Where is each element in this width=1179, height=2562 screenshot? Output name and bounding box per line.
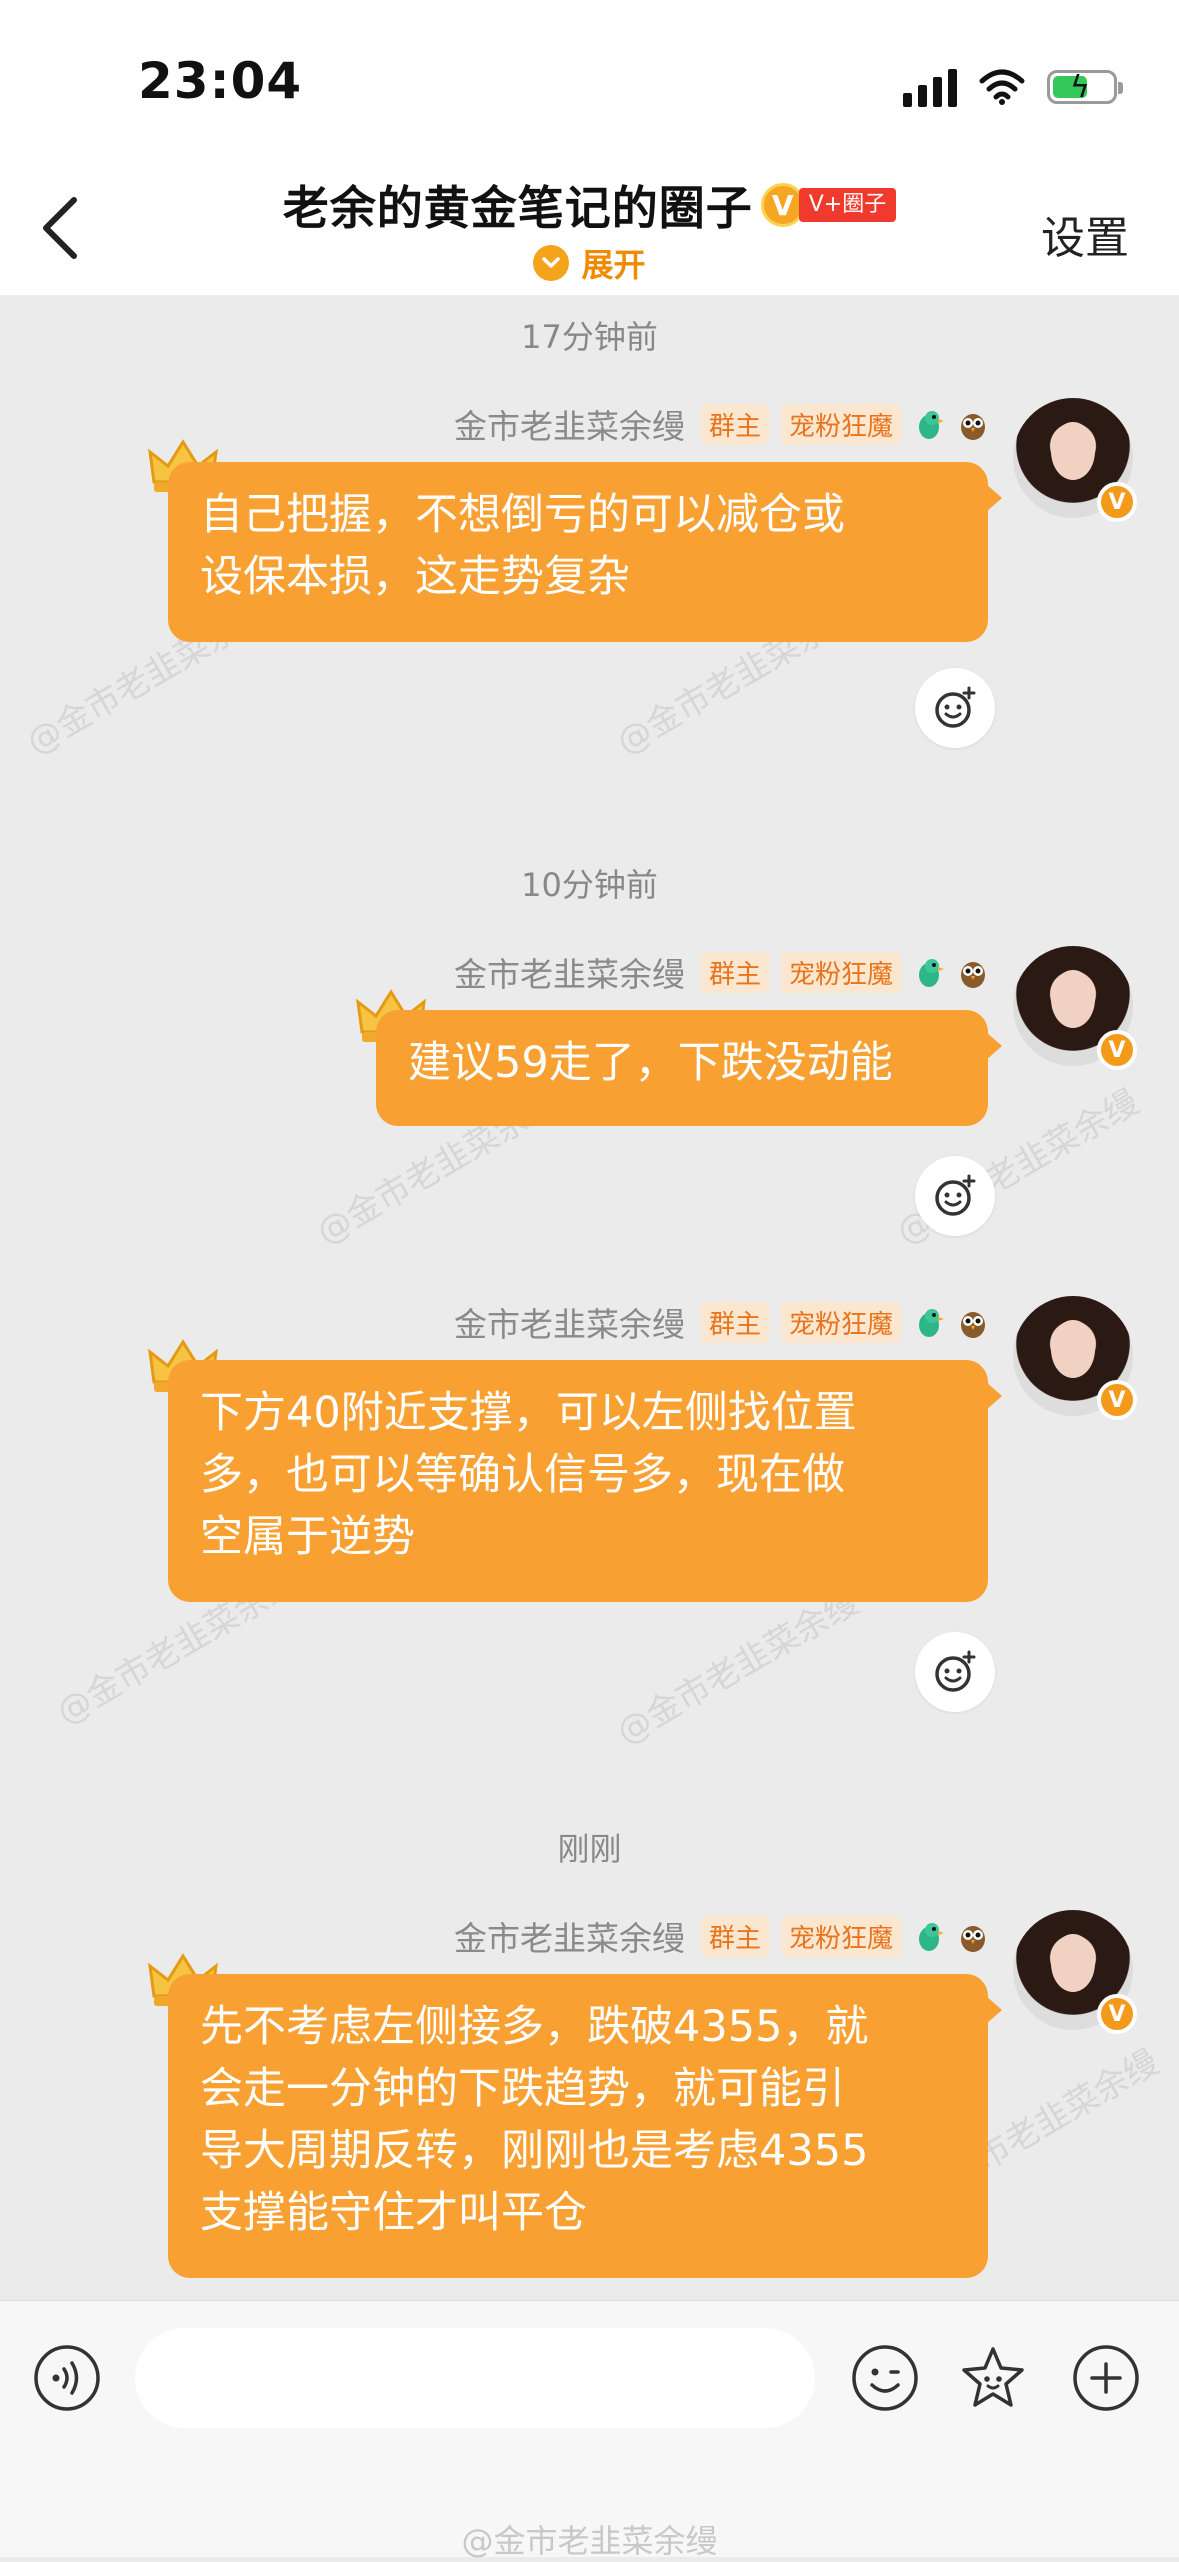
- fan-badge: 宠粉狂魔: [780, 1915, 901, 1957]
- v-circle-tag: V+圈子: [798, 188, 897, 222]
- owl-icon: [961, 1312, 985, 1338]
- owner-badge: 群主: [700, 1301, 769, 1343]
- message-input[interactable]: [135, 2328, 815, 2428]
- message-timestamp: 刚刚: [557, 1830, 622, 1868]
- voice-icon: [34, 2345, 100, 2411]
- owner-badge: 群主: [700, 1915, 769, 1957]
- parrot-icon: [919, 959, 944, 987]
- expand-button[interactable]: 展开: [0, 240, 1179, 286]
- status-time: 23:04: [138, 52, 303, 110]
- owner-badge: 群主: [700, 403, 769, 445]
- parrot-icon: [919, 1923, 944, 1951]
- cellular-signal-icon: [903, 67, 957, 107]
- message-text-line: 导大周期反转，刚刚也是考虑4355: [200, 2126, 869, 2176]
- add-reaction-button[interactable]: [915, 1156, 995, 1236]
- plus-icon: [1073, 2345, 1139, 2411]
- expand-label: 展开: [581, 246, 646, 284]
- v-circle-badge: V V+圈子: [760, 183, 897, 227]
- wifi-icon: [979, 69, 1025, 105]
- sender-row: 金市老韭菜余缦 群主 宠粉狂魔: [454, 950, 989, 994]
- add-reaction-icon: [935, 1174, 976, 1216]
- avatar[interactable]: V: [1013, 1910, 1137, 2034]
- voice-button[interactable]: [30, 2341, 104, 2415]
- sender-row: 金市老韭菜余缦 群主 宠粉狂魔: [454, 1300, 989, 1344]
- avatar[interactable]: V: [1013, 1296, 1137, 1420]
- battery-icon: ϟ: [1047, 70, 1123, 105]
- add-reaction-button[interactable]: [915, 668, 995, 748]
- status-bar: 23:04 ϟ: [0, 0, 1179, 160]
- message-text-line: 建议59走了，下跌没动能: [408, 1038, 893, 1088]
- add-reaction-button[interactable]: [915, 1632, 995, 1712]
- owner-badge: 群主: [700, 951, 769, 993]
- message-timestamp: 17分钟前: [521, 318, 658, 356]
- sender-row: 金市老韭菜余缦 群主 宠粉狂魔: [454, 402, 989, 446]
- message-text-line: 先不考虑左侧接多，跌破4355，就: [200, 2002, 869, 2052]
- add-reaction-icon: [935, 686, 976, 728]
- message-text-line: 下方40附近支撑，可以左侧找位置: [200, 1388, 857, 1438]
- fan-badge: 宠粉狂魔: [780, 1301, 901, 1343]
- sender-name[interactable]: 金市老韭菜余缦: [454, 948, 685, 996]
- fan-badge: 宠粉狂魔: [780, 403, 901, 445]
- owl-icon: [961, 1926, 985, 1952]
- message-timestamp: 10分钟前: [521, 866, 658, 904]
- message-text-line: 会走一分钟的下跌趋势，就可能引: [200, 2064, 845, 2114]
- emoji-button[interactable]: [848, 2341, 922, 2415]
- message-text-line: 支撑能守住才叫平仓: [200, 2188, 587, 2238]
- message-text-line: 多，也可以等确认信号多，现在做: [200, 1450, 845, 1500]
- parrot-icon: [919, 411, 944, 439]
- emoji-icon: [852, 2345, 918, 2411]
- sender-name[interactable]: 金市老韭菜余缦: [454, 1298, 685, 1346]
- message-bubble[interactable]: 先不考虑左侧接多，跌破4355，就 会走一分钟的下跌趋势，就可能引 导大周期反转…: [168, 1974, 1002, 2278]
- message-bubble[interactable]: 自己把握，不想倒亏的可以减仓或 设保本损，这走势复杂: [168, 462, 1002, 642]
- owl-icon: [961, 962, 985, 988]
- sender-row: 金市老韭菜余缦 群主 宠粉狂魔: [454, 1914, 989, 1958]
- message-text-line: 设保本损，这走势复杂: [200, 552, 630, 602]
- page-title: 老余的黄金笔记的圈子: [282, 181, 753, 235]
- parrot-icon: [919, 1309, 944, 1337]
- sender-name[interactable]: 金市老韭菜余缦: [454, 400, 685, 448]
- add-reaction-icon: [935, 1650, 976, 1692]
- message-text-line: 自己把握，不想倒亏的可以减仓或: [200, 490, 845, 540]
- status-icons: ϟ: [903, 62, 1123, 112]
- message-bubble[interactable]: 建议59走了，下跌没动能: [376, 1010, 1002, 1126]
- message-text-line: 空属于逆势: [200, 1512, 415, 1562]
- nav-bar: 老余的黄金笔记的圈子 V V+圈子 展开 设置: [0, 160, 1179, 295]
- message-bubble[interactable]: 下方40附近支撑，可以左侧找位置 多，也可以等确认信号多，现在做 空属于逆势: [168, 1360, 1002, 1602]
- star-sticker-icon: [962, 2347, 1024, 2407]
- footer-watermark: @金市老韭菜余缦: [461, 2522, 718, 2560]
- avatar[interactable]: V: [1013, 398, 1137, 522]
- watermark: @金市老韭菜余缦: [609, 1582, 866, 1753]
- sender-name[interactable]: 金市老韭菜余缦: [454, 1912, 685, 1960]
- chevron-down-icon: [533, 245, 570, 281]
- nav-title-group: 老余的黄金笔记的圈子 V V+圈子: [0, 172, 1179, 238]
- sticker-button[interactable]: [956, 2341, 1030, 2415]
- fan-badge: 宠粉狂魔: [780, 951, 901, 993]
- settings-button[interactable]: 设置: [1041, 202, 1129, 266]
- owl-icon: [961, 414, 985, 440]
- avatar[interactable]: V: [1013, 946, 1137, 1070]
- more-button[interactable]: [1069, 2341, 1143, 2415]
